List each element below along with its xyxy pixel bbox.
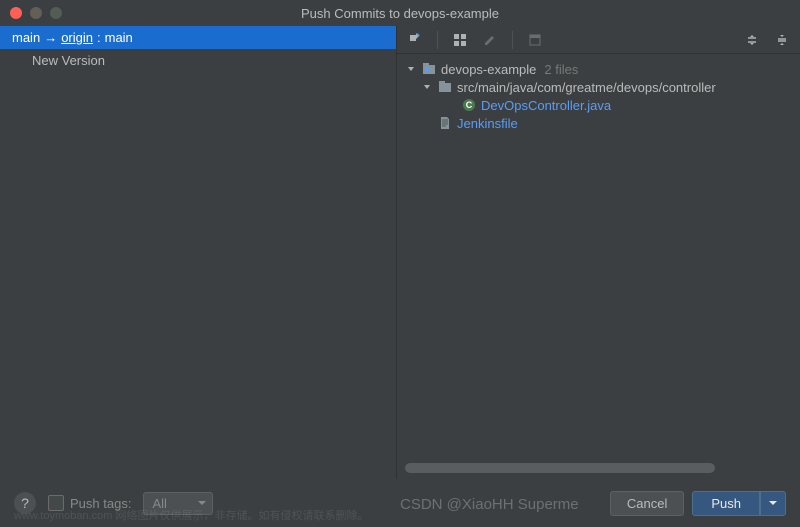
push-button[interactable]: Push — [692, 491, 760, 516]
changelist-icon[interactable] — [405, 30, 425, 50]
tree-root[interactable]: devops-example 2 files — [397, 60, 800, 78]
scrollbar-thumb[interactable] — [405, 463, 715, 473]
window-title: Push Commits to devops-example — [301, 6, 499, 21]
commit-item[interactable]: New Version — [0, 49, 396, 72]
cancel-label: Cancel — [627, 496, 667, 511]
class-icon: C — [461, 97, 477, 113]
files-panel: devops-example 2 files src/main/java/com… — [397, 26, 800, 479]
file-name: Jenkinsfile — [457, 116, 518, 131]
toolbar-separator — [512, 31, 513, 49]
local-branch: main — [12, 30, 40, 45]
edit-icon[interactable] — [480, 30, 500, 50]
remote-name[interactable]: origin — [61, 30, 93, 45]
close-window-button[interactable] — [10, 7, 22, 19]
toolbar-separator — [437, 31, 438, 49]
group-icon[interactable] — [450, 30, 470, 50]
collapse-icon[interactable] — [772, 30, 792, 50]
chevron-down-icon[interactable] — [405, 64, 417, 74]
tree-file[interactable]: Jenkinsfile — [397, 114, 800, 132]
file-icon — [437, 115, 453, 131]
minimize-window-button[interactable] — [30, 7, 42, 19]
root-name: devops-example — [441, 62, 536, 77]
push-dropdown-button[interactable] — [760, 491, 786, 516]
chevron-down-icon[interactable] — [421, 82, 433, 92]
file-tree: devops-example 2 files src/main/java/com… — [397, 54, 800, 463]
maximize-window-button[interactable] — [50, 7, 62, 19]
expand-icon[interactable] — [742, 30, 762, 50]
remote-branch: main — [105, 30, 133, 45]
tree-folder[interactable]: src/main/java/com/greatme/devops/control… — [397, 78, 800, 96]
push-label: Push — [711, 496, 741, 511]
svg-text:C: C — [466, 100, 473, 110]
tree-file-modified[interactable]: C DevOpsController.java — [397, 96, 800, 114]
modified-file-name: DevOpsController.java — [481, 98, 611, 113]
watermark-text-2: www.toymoban.com 网络图片仅供展示，非存储。如有侵权请联系删除。 — [14, 507, 368, 523]
horizontal-scrollbar[interactable] — [405, 463, 792, 473]
folder-path: src/main/java/com/greatme/devops/control… — [457, 80, 716, 95]
cancel-button[interactable]: Cancel — [610, 491, 684, 516]
watermark-text: CSDN @XiaoHH Superme — [400, 496, 579, 513]
folder-icon — [437, 79, 453, 95]
window-controls — [0, 7, 62, 19]
commits-panel: main → origin : main New Version — [0, 26, 397, 479]
module-icon — [421, 61, 437, 77]
branch-selector[interactable]: main → origin : main — [0, 26, 396, 49]
file-count: 2 files — [544, 62, 578, 77]
colon: : — [97, 30, 101, 45]
arrow-icon: → — [44, 30, 57, 45]
files-toolbar — [397, 26, 800, 54]
preview-icon[interactable] — [525, 30, 545, 50]
